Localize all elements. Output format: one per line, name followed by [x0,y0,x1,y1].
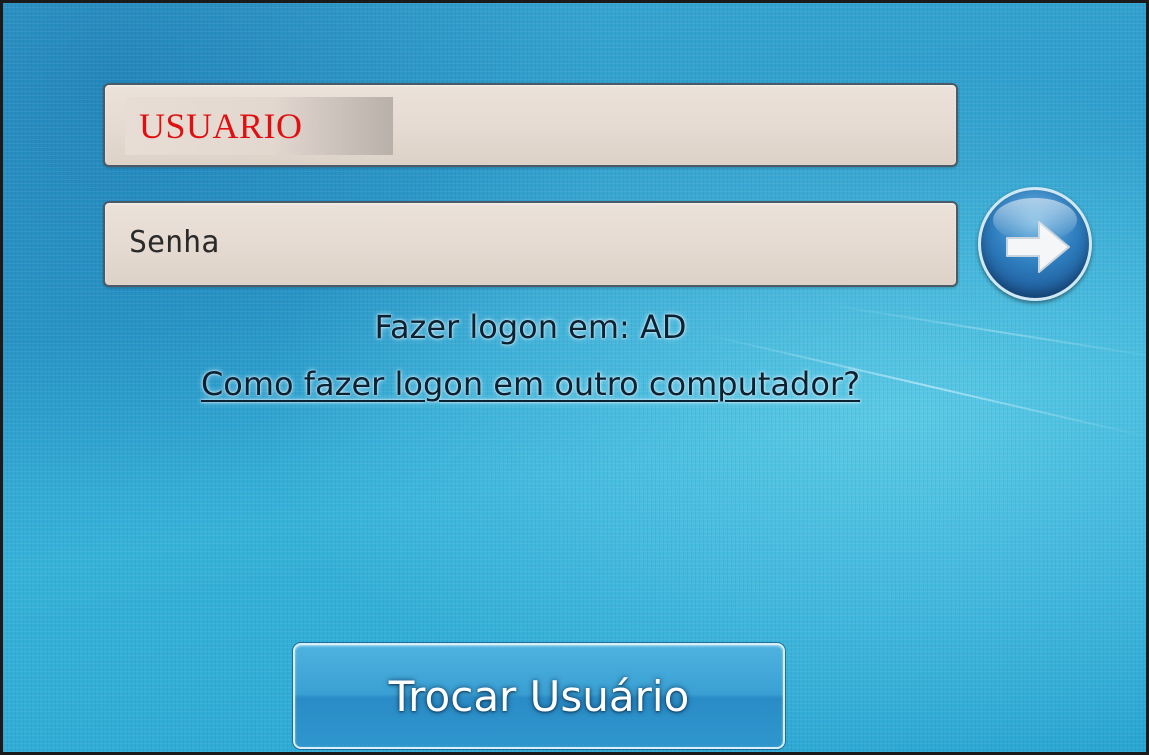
username-value: USUARIO [139,106,303,146]
logon-domain-text: Fazer logon em: AD [374,308,687,346]
other-computer-help-link[interactable]: Como fazer logon em outro computador? [103,365,958,403]
password-field[interactable]: Senha [103,201,958,287]
switch-user-label: Trocar Usuário [388,671,690,721]
login-screen: USUARIO Senha Fazer logon em: AD Como fa… [0,0,1149,755]
switch-user-button[interactable]: Trocar Usuário [293,643,785,749]
submit-login-button[interactable] [978,187,1092,301]
arrow-right-icon [1006,221,1070,273]
password-placeholder: Senha [129,225,220,260]
username-value-box: USUARIO [125,97,393,155]
username-field[interactable]: USUARIO [103,83,958,167]
